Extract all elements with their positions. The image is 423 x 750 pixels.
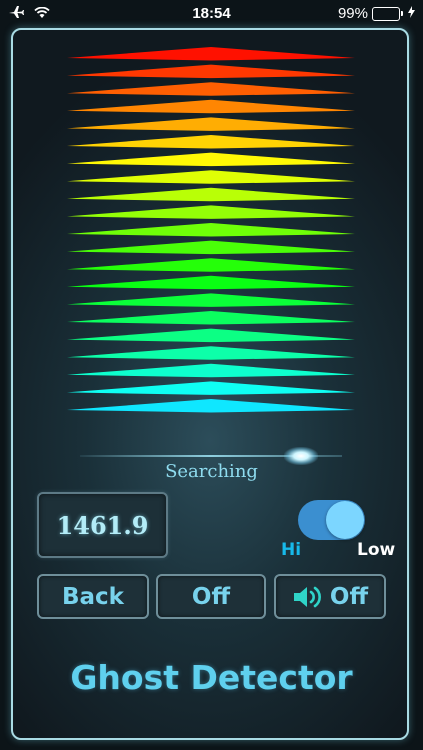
signal-meter [67, 47, 355, 413]
signal-bar [67, 64, 355, 79]
sensitivity-low-label: Low [357, 540, 396, 560]
scan-status-label: Searching [165, 461, 258, 482]
signal-bar [67, 275, 355, 290]
signal-bar [67, 82, 355, 96]
sound-button[interactable]: Off [274, 574, 386, 619]
signal-bar [67, 152, 355, 167]
signal-bar [67, 47, 355, 61]
signal-bar [67, 187, 355, 202]
sensitivity-hi-label: Hi [281, 540, 302, 560]
signal-bar [67, 99, 355, 114]
signal-bar [67, 117, 355, 131]
signal-bar [67, 240, 355, 255]
back-button-label: Back [62, 583, 124, 610]
sensitivity-toggle[interactable] [298, 500, 365, 540]
signal-bar [67, 293, 355, 307]
signal-bar [67, 363, 355, 378]
signal-bar [67, 258, 355, 272]
signal-bar [67, 399, 355, 413]
signal-bar [67, 311, 355, 325]
signal-bar [67, 170, 355, 184]
sound-button-label: Off [329, 583, 369, 610]
back-button[interactable]: Back [37, 574, 149, 619]
signal-bar [67, 223, 355, 237]
emf-readout: 1461.9 [37, 492, 168, 558]
power-button[interactable]: Off [156, 574, 266, 619]
app-title: Ghost Detector [70, 658, 353, 697]
power-button-label: Off [191, 583, 231, 610]
toggle-knob[interactable] [326, 501, 364, 539]
signal-bar [67, 205, 355, 219]
signal-bar [67, 328, 355, 343]
signal-bar [67, 346, 355, 360]
speaker-icon [292, 584, 322, 610]
signal-bar [67, 381, 355, 395]
signal-bar [67, 135, 355, 149]
